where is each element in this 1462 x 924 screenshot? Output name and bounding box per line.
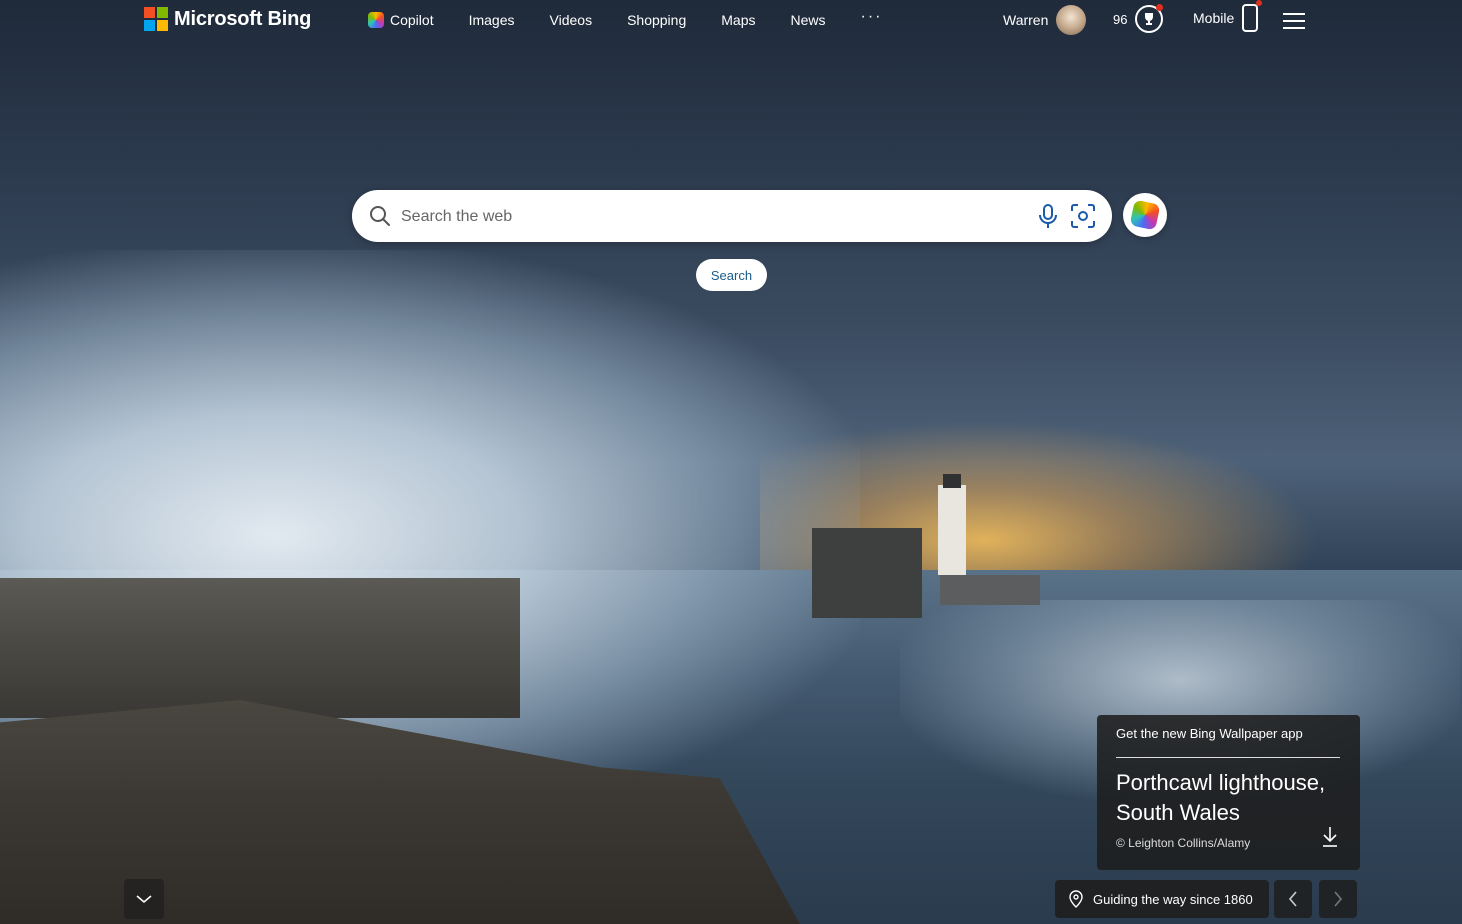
- rewards-button[interactable]: 96: [1113, 4, 1164, 33]
- wallpaper-app-link[interactable]: Get the new Bing Wallpaper app: [1116, 726, 1303, 741]
- next-image-button[interactable]: [1319, 880, 1357, 918]
- search-box: [352, 190, 1112, 242]
- download-icon[interactable]: [1321, 826, 1339, 848]
- copilot-icon: [1129, 199, 1161, 231]
- breakwater: [940, 575, 1040, 605]
- image-caption-bar[interactable]: Guiding the way since 1860: [1055, 880, 1269, 918]
- microsoft-logo-icon: [144, 7, 168, 31]
- previous-image-button[interactable]: [1274, 880, 1312, 918]
- nav-item-images[interactable]: Images: [469, 12, 515, 28]
- notification-dot: [1156, 4, 1164, 11]
- logo-text: Microsoft Bing: [174, 7, 312, 30]
- location-pin-icon: [1069, 890, 1083, 908]
- scroll-down-button[interactable]: [124, 879, 164, 919]
- wallpaper-info-card: Get the new Bing Wallpaper app Porthcawl…: [1097, 715, 1360, 870]
- nav-item-shopping[interactable]: Shopping: [627, 12, 686, 28]
- notification-dot: [1256, 0, 1263, 6]
- visual-search-icon[interactable]: [1070, 203, 1096, 229]
- harbour-wall: [0, 578, 520, 718]
- nav-item-label: News: [790, 12, 826, 28]
- nav-item-label: Videos: [549, 12, 593, 28]
- rewards-points: 96: [1113, 11, 1128, 27]
- nav-item-copilot[interactable]: Copilot: [368, 12, 434, 28]
- nav-item-label: Images: [468, 12, 515, 28]
- lighthouse: [938, 485, 966, 575]
- chevron-down-icon: [136, 895, 152, 904]
- nav-item-maps[interactable]: Maps: [721, 12, 755, 28]
- image-title[interactable]: Porthcawl lighthouse, South Wales: [1116, 768, 1336, 828]
- nav-item-label: Shopping: [627, 12, 687, 28]
- user-name: Warren: [1003, 12, 1049, 28]
- chevron-right-icon: [1334, 891, 1343, 907]
- avatar: [1056, 5, 1087, 35]
- bing-logo[interactable]: Microsoft Bing: [144, 7, 311, 31]
- chevron-left-icon: [1288, 891, 1297, 907]
- copilot-icon: [368, 12, 384, 28]
- mobile-label: Mobile: [1193, 10, 1235, 26]
- copilot-button[interactable]: [1123, 193, 1167, 237]
- search-input[interactable]: [399, 203, 1023, 231]
- nav-item-label: Maps: [721, 12, 756, 28]
- user-account[interactable]: Warren: [1003, 5, 1087, 35]
- image-caption: Guiding the way since 1860: [1093, 891, 1253, 907]
- image-credit: © Leighton Collins/Alamy: [1116, 836, 1251, 850]
- trophy-icon: [1135, 4, 1164, 33]
- divider: [1116, 757, 1340, 758]
- more-menu-button[interactable]: ···: [861, 8, 883, 26]
- trophy-glyph: [1145, 13, 1154, 25]
- pier-end: [812, 528, 922, 618]
- main-nav: Copilot Images Videos Shopping Maps News…: [368, 8, 917, 28]
- nav-item-videos[interactable]: Videos: [550, 12, 593, 28]
- mobile-button[interactable]: Mobile: [1193, 0, 1263, 32]
- nav-item-news[interactable]: News: [790, 12, 825, 28]
- microphone-icon[interactable]: [1036, 203, 1060, 229]
- top-bar: Microsoft Bing Copilot Images Videos Sho…: [0, 0, 1462, 44]
- lighthouse-lantern: [943, 474, 961, 488]
- hamburger-menu-icon[interactable]: [1283, 13, 1305, 29]
- search-button[interactable]: Search: [696, 259, 767, 291]
- phone-icon: [1242, 0, 1263, 32]
- nav-item-label: Copilot: [390, 12, 434, 28]
- search-icon: [370, 206, 390, 226]
